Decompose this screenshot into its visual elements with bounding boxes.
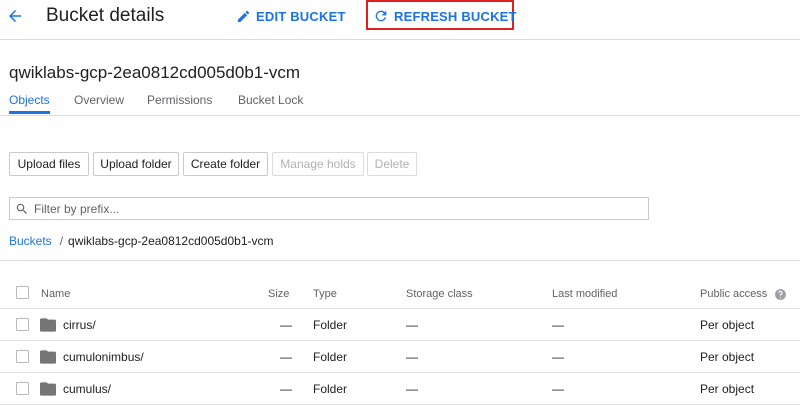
edit-bucket-label: EDIT BUCKET	[256, 8, 346, 24]
row-type: Folder	[313, 350, 348, 364]
row-storage-class: —	[406, 382, 418, 396]
arrow-back-icon	[9, 10, 21, 22]
folder-icon	[40, 318, 56, 332]
breadcrumb-separator: /	[59, 234, 64, 248]
row-last-modified: —	[552, 382, 564, 396]
top-bar: Bucket details EDIT BUCKET REFRESH BUCKE…	[0, 0, 800, 40]
search-icon	[16, 203, 27, 214]
row-type: Folder	[313, 382, 348, 396]
row-public-access: Per object	[700, 318, 755, 332]
manage-holds-button[interactable]: Manage holds	[272, 152, 364, 176]
pencil-icon	[237, 10, 250, 22]
refresh-icon	[375, 10, 387, 22]
filter-input[interactable]	[34, 200, 634, 217]
row-storage-class: —	[406, 350, 418, 364]
column-header-public-access[interactable]: Public access	[700, 288, 767, 300]
row-storage-class: —	[406, 318, 418, 332]
row-size: —	[280, 382, 292, 396]
delete-button[interactable]: Delete	[367, 152, 417, 176]
row-size: —	[280, 350, 292, 364]
upload-folder-button[interactable]: Upload folder	[93, 152, 179, 176]
table-row[interactable]: cumulonimbus/ — Folder — — Per object	[0, 341, 800, 373]
breadcrumb-current: qwiklabs-gcp-2ea0812cd005d0b1-vcm	[68, 234, 274, 248]
page-title: Bucket details	[46, 5, 165, 26]
row-name-link[interactable]: cumulonimbus/	[63, 350, 144, 364]
back-button[interactable]	[4, 4, 24, 28]
row-name-link[interactable]: cumulus/	[63, 382, 111, 396]
refresh-bucket-label: REFRESH BUCKET	[394, 8, 517, 24]
row-last-modified: —	[552, 318, 564, 332]
column-header-name[interactable]: Name	[41, 288, 70, 300]
upload-files-button[interactable]: Upload files	[9, 152, 89, 176]
folder-icon	[40, 350, 56, 364]
tab-bucket-lock[interactable]: Bucket Lock	[238, 93, 303, 107]
row-checkbox[interactable]	[16, 318, 29, 331]
table-header-row: Name Size Type Storage class Last modifi…	[0, 277, 800, 309]
row-checkbox[interactable]	[16, 350, 29, 363]
active-tab-indicator	[9, 111, 50, 114]
column-header-last-modified[interactable]: Last modified	[552, 288, 617, 300]
breadcrumb: Buckets / qwiklabs-gcp-2ea0812cd005d0b1-vc…	[9, 234, 274, 248]
help-icon[interactable]	[774, 288, 787, 301]
tab-objects[interactable]: Objects	[9, 93, 50, 107]
row-public-access: Per object	[700, 382, 755, 396]
breadcrumb-buckets-link[interactable]: Buckets	[9, 234, 52, 248]
refresh-bucket-button[interactable]: REFRESH BUCKET	[373, 8, 517, 24]
edit-bucket-button[interactable]: EDIT BUCKET	[236, 8, 346, 24]
row-size: —	[280, 318, 292, 332]
row-public-access: Per object	[700, 350, 755, 364]
tab-overview[interactable]: Overview	[74, 93, 124, 107]
create-folder-button[interactable]: Create folder	[183, 152, 268, 176]
tab-permissions[interactable]: Permissions	[147, 93, 212, 107]
bucket-name: qwiklabs-gcp-2ea0812cd005d0b1-vcm	[9, 63, 301, 82]
select-all-checkbox[interactable]	[16, 286, 29, 299]
row-last-modified: —	[552, 350, 564, 364]
objects-table: Name Size Type Storage class Last modifi…	[0, 260, 800, 405]
filter-box	[9, 197, 649, 220]
column-header-storage-class[interactable]: Storage class	[406, 288, 473, 300]
row-name-link[interactable]: cirrus/	[63, 318, 96, 332]
column-header-type[interactable]: Type	[313, 288, 337, 300]
row-type: Folder	[313, 318, 348, 332]
table-row[interactable]: cirrus/ — Folder — — Per object	[0, 309, 800, 341]
column-header-size[interactable]: Size	[268, 288, 289, 300]
folder-icon	[40, 382, 56, 396]
tab-bar: Objects Overview Permissions Bucket Lock	[0, 90, 800, 116]
row-checkbox[interactable]	[16, 382, 29, 395]
table-row[interactable]: cumulus/ — Folder — — Per object	[0, 373, 800, 405]
